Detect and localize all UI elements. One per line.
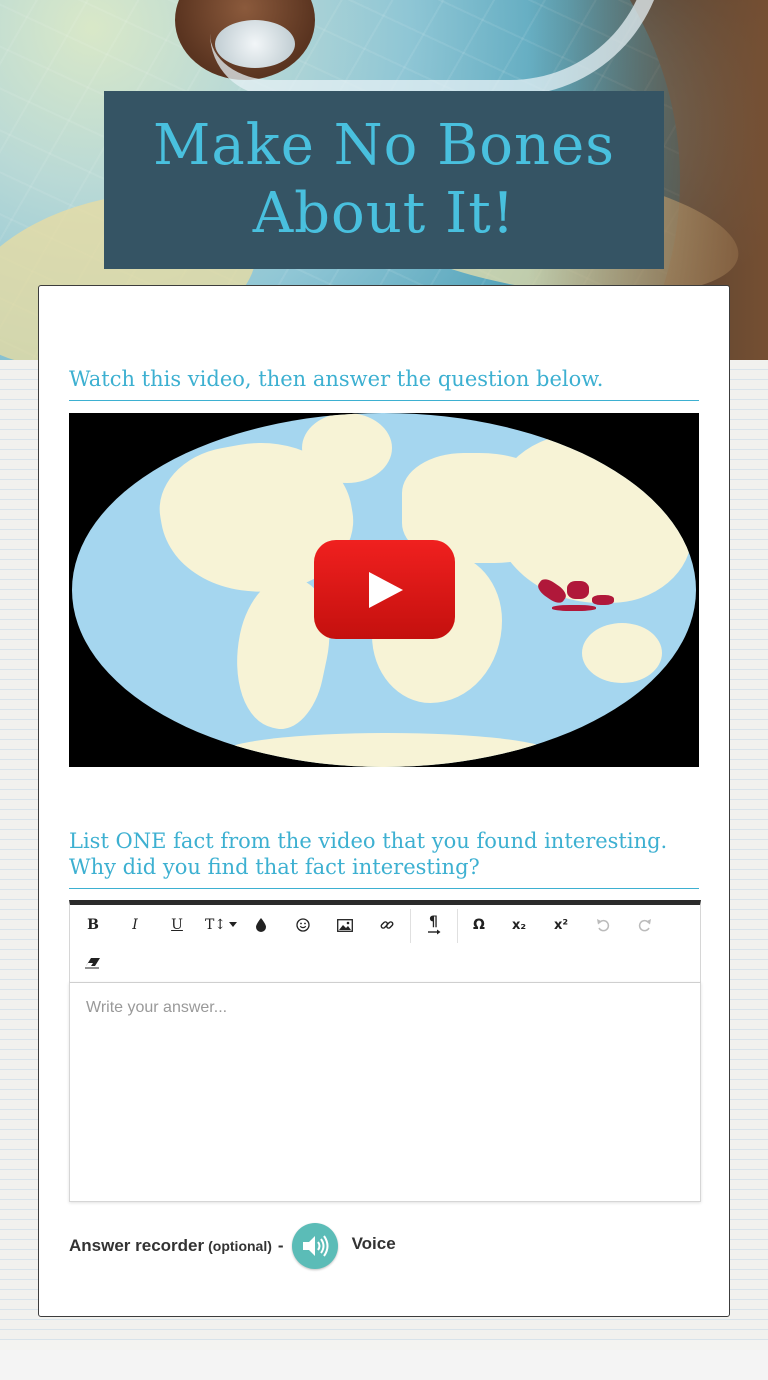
caret-down-icon (229, 922, 238, 927)
insert-image-button[interactable] (325, 907, 365, 943)
page-title-line1: Make No Bones (153, 113, 615, 178)
map-asia (492, 433, 692, 603)
question-2-prompt: List ONE fact from the video that you fo… (69, 828, 699, 889)
map-indonesia-highlight (592, 595, 614, 605)
answer-recorder: Answer recorder (optional) - Voice (69, 1221, 396, 1271)
emoji-button[interactable] (283, 907, 323, 943)
answer-recorder-optional: (optional) (208, 1238, 272, 1254)
voice-record-button[interactable] (291, 1223, 338, 1269)
droplet-icon (256, 918, 266, 932)
undo-icon (597, 919, 610, 932)
superscript-button[interactable]: x² (541, 907, 581, 943)
answer-recorder-dash: - (277, 1236, 284, 1255)
map-antarctica (222, 733, 552, 767)
paragraph-ltr-icon: ¶ (428, 914, 441, 935)
smiley-icon (296, 918, 310, 932)
map-australia (582, 623, 662, 683)
insert-link-button[interactable] (367, 907, 407, 943)
bold-button[interactable]: B (73, 907, 113, 943)
question-2-prompt-line2: Why did you find that fact interesting? (69, 855, 480, 879)
map-indonesia-highlight (552, 605, 596, 611)
rich-text-toolbar: B I U T↕ ¶ Ω x₂ x² (69, 900, 701, 988)
globe-knob (215, 20, 295, 68)
map-indonesia-highlight (567, 581, 589, 599)
redo-icon (638, 919, 651, 932)
worksheet-card: Watch this video, then answer the questi… (38, 285, 730, 1317)
text-color-button[interactable] (241, 907, 281, 943)
image-icon (337, 918, 353, 932)
toolbar-divider (457, 909, 458, 943)
speaker-volume-icon (302, 1235, 329, 1257)
font-size-button[interactable]: T↕ (199, 907, 243, 943)
footer-strip (0, 1350, 768, 1380)
paragraph-direction-button[interactable]: ¶ (414, 907, 454, 943)
question-1-prompt: Watch this video, then answer the questi… (69, 366, 699, 401)
undo-button[interactable] (583, 907, 623, 943)
voice-label[interactable]: Voice (352, 1234, 396, 1254)
link-icon (380, 921, 394, 929)
subscript-button[interactable]: x₂ (499, 907, 539, 943)
answer-text-editor[interactable]: Write your answer... (69, 982, 701, 1202)
underline-button[interactable]: U (157, 907, 197, 943)
eraser-icon (85, 958, 100, 969)
toolbar-divider (410, 909, 411, 943)
page-title-line2: About It! (252, 181, 516, 246)
page-title: Make No Bones About It! (153, 112, 615, 248)
page-title-box: Make No Bones About It! (104, 91, 664, 269)
svg-text:¶: ¶ (429, 914, 438, 930)
answer-placeholder: Write your answer... (86, 999, 228, 1016)
special-characters-button[interactable]: Ω (459, 907, 499, 943)
question-2-prompt-line1: List ONE fact from the video that you fo… (69, 829, 668, 853)
play-triangle-icon (368, 571, 403, 608)
clear-formatting-button[interactable] (73, 945, 113, 981)
answer-recorder-label: Answer recorder (69, 1236, 205, 1255)
youtube-play-icon[interactable] (314, 540, 455, 639)
video-embed[interactable] (69, 413, 699, 767)
font-size-label: T↕ (204, 917, 227, 933)
redo-button[interactable] (625, 907, 665, 943)
italic-button[interactable]: I (115, 907, 155, 943)
